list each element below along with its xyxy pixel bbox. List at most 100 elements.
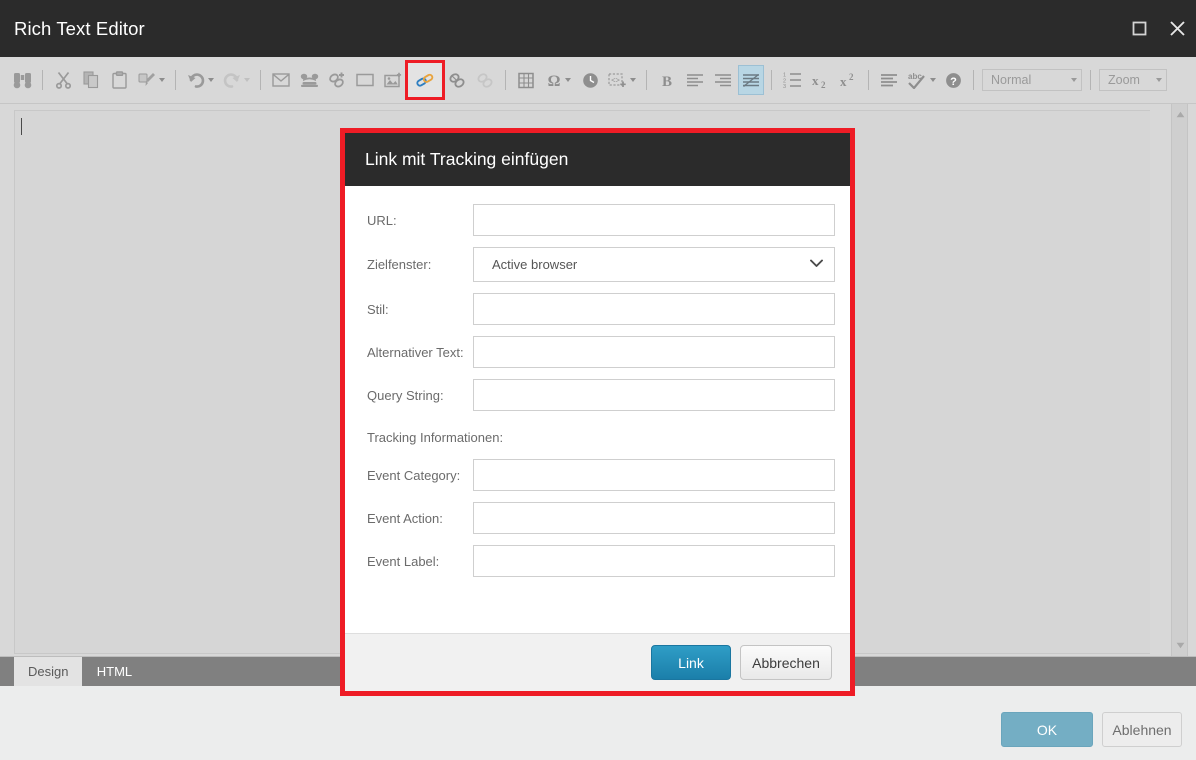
chevron-down-icon	[930, 78, 936, 82]
tab-design[interactable]: Design	[14, 657, 82, 686]
chevron-down-icon	[159, 78, 165, 82]
toolbar-separator	[175, 70, 176, 90]
dialog-cancel-label: Abbrechen	[752, 655, 820, 671]
toolbar-button-spellcheck[interactable]: abc	[904, 65, 938, 95]
ok-button[interactable]: OK	[1001, 712, 1093, 747]
editor-vertical-scrollbar[interactable]	[1171, 104, 1188, 656]
format-painter-icon	[138, 71, 156, 89]
toolbar-separator	[973, 70, 974, 90]
toolbar-button-help[interactable]: ?	[940, 65, 966, 95]
rectangle-icon	[356, 73, 374, 87]
toolbar-button-bold[interactable]: B	[654, 65, 680, 95]
toolbar-button-remove-link[interactable]	[472, 65, 498, 95]
footer-buttons: OK Ablehnen	[1001, 712, 1182, 747]
chevron-down-icon	[208, 78, 214, 82]
scissors-icon	[55, 71, 72, 89]
scroll-down-button[interactable]	[1172, 637, 1189, 654]
align-right-icon	[714, 73, 732, 88]
toolbar-button-align-left[interactable]	[682, 65, 708, 95]
toolbar-button-find[interactable]	[9, 65, 35, 95]
svg-text:3: 3	[783, 84, 786, 88]
zoom-dropdown[interactable]: Zoom	[1099, 69, 1167, 91]
scroll-up-button[interactable]	[1172, 106, 1189, 123]
toolbar-button-email-link[interactable]	[268, 65, 294, 95]
url-control	[473, 204, 835, 236]
toolbar-button-insert-snippet[interactable]: <>	[605, 65, 639, 95]
toolbar-button-insert-tracking-link[interactable]	[408, 63, 442, 97]
target-window-label: Zielfenster:	[363, 257, 473, 272]
zoom-value: Zoom	[1108, 73, 1146, 87]
field-row-style: Stil:	[363, 293, 832, 325]
field-row-query-string: Query String:	[363, 379, 832, 411]
toolbar-button-insert-box[interactable]	[352, 65, 378, 95]
toolbar-button-subscript[interactable]: x 2	[807, 65, 833, 95]
toolbar-button-insert-table[interactable]	[513, 65, 539, 95]
clock-icon	[582, 72, 599, 89]
close-icon	[1169, 20, 1186, 37]
toolbar-button-ordered-list[interactable]: 1 2 3	[779, 65, 805, 95]
reject-button-label: Ablehnen	[1112, 722, 1171, 738]
svg-text:B: B	[662, 74, 672, 89]
toolbar-separator	[868, 70, 869, 90]
toolbar-button-phone-link[interactable]	[296, 65, 322, 95]
toolbar-separator	[260, 70, 261, 90]
query-string-input[interactable]	[473, 379, 835, 411]
alt-text-input[interactable]	[473, 336, 835, 368]
toolbar-button-align-right[interactable]	[710, 65, 736, 95]
close-button[interactable]	[1158, 0, 1196, 57]
toolbar-separator	[771, 70, 772, 90]
url-input[interactable]	[473, 204, 835, 236]
tracking-link-dialog-highlight: Link mit Tracking einfügen URL: Zielfens…	[340, 128, 855, 696]
paragraph-style-value: Normal	[991, 73, 1061, 87]
dialog-cancel-button[interactable]: Abbrechen	[740, 645, 832, 680]
toolbar-button-redo[interactable]	[219, 65, 253, 95]
chevron-down-icon	[630, 78, 636, 82]
event-label-label: Event Label:	[363, 554, 473, 569]
dialog-submit-label: Link	[678, 655, 704, 671]
toolbar-button-insert-time[interactable]	[577, 65, 603, 95]
undo-icon	[187, 71, 205, 89]
chevron-down-icon	[1071, 78, 1077, 82]
field-row-target-window: Zielfenster: Active browser	[363, 247, 832, 282]
style-label: Stil:	[363, 302, 473, 317]
toolbar-button-special-character[interactable]: Ω	[541, 65, 575, 95]
toolbar-button-superscript[interactable]: x 2	[835, 65, 861, 95]
toolbar-button-cut[interactable]	[50, 65, 76, 95]
event-category-input[interactable]	[473, 459, 835, 491]
svg-text:2: 2	[849, 72, 854, 82]
alt-text-label: Alternativer Text:	[363, 345, 473, 360]
dialog-submit-button[interactable]: Link	[651, 645, 731, 680]
toolbar-button-insert-link[interactable]	[444, 65, 470, 95]
toolbar-button-paste[interactable]	[106, 65, 132, 95]
anchor-add-icon	[328, 72, 347, 89]
globe-link-icon	[448, 72, 467, 89]
paragraph-style-dropdown[interactable]: Normal	[982, 69, 1082, 91]
telephone-icon	[300, 72, 319, 88]
toolbar-button-insert-image[interactable]	[380, 65, 406, 95]
maximize-button[interactable]	[1120, 0, 1158, 57]
toolbar-button-anchor-add[interactable]	[324, 65, 350, 95]
reject-button[interactable]: Ablehnen	[1102, 712, 1182, 747]
toolbar-button-align-justify[interactable]	[738, 65, 764, 95]
alt-text-control	[473, 336, 835, 368]
event-action-input[interactable]	[473, 502, 835, 534]
svg-text:2: 2	[821, 80, 826, 89]
field-row-event-category: Event Category:	[363, 459, 832, 491]
toolbar-button-indent[interactable]	[876, 65, 902, 95]
subscript-icon: x 2	[811, 72, 829, 89]
binoculars-icon	[13, 72, 32, 89]
query-string-control	[473, 379, 835, 411]
toolbar-button-undo[interactable]	[183, 65, 217, 95]
toolbar-button-format-painter[interactable]	[134, 65, 168, 95]
toolbar-button-copy[interactable]	[78, 65, 104, 95]
target-window-select[interactable]: Active browser	[473, 247, 835, 282]
scroll-down-arrow-icon	[1176, 642, 1185, 649]
svg-text:x: x	[840, 74, 847, 89]
window-titlebar: Rich Text Editor	[0, 0, 1196, 57]
svg-text:x: x	[812, 73, 819, 88]
event-label-input[interactable]	[473, 545, 835, 577]
target-window-control: Active browser	[473, 247, 835, 282]
tab-html[interactable]: HTML	[82, 657, 146, 686]
style-input[interactable]	[473, 293, 835, 325]
clipboard-icon	[112, 71, 127, 89]
